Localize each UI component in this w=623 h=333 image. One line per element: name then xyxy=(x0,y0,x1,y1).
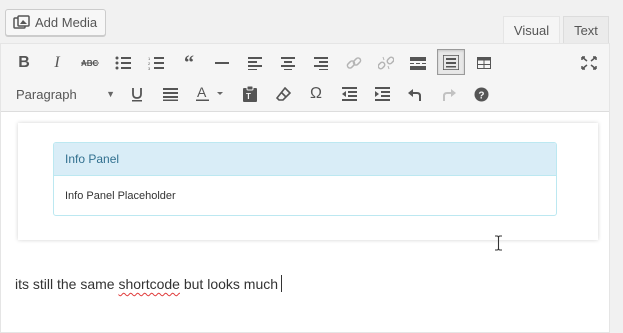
justify-icon xyxy=(162,87,178,101)
undo-button[interactable] xyxy=(402,82,428,106)
format-select-value: Paragraph xyxy=(16,86,77,102)
fullscreen-icon xyxy=(581,56,597,70)
italic-button[interactable]: I xyxy=(44,51,70,75)
indent-icon xyxy=(374,87,390,101)
strikethrough-icon: ABC xyxy=(81,57,99,69)
content-paragraph[interactable]: its still the same shortcode but looks m… xyxy=(15,275,283,292)
info-panel: Info Panel Info Panel Placeholder xyxy=(53,142,557,216)
text-color-icon: A xyxy=(196,86,226,102)
chevron-down-icon: ▼ xyxy=(106,89,115,99)
horizontal-line-button[interactable] xyxy=(209,51,235,75)
unlink-icon xyxy=(378,55,394,71)
tab-visual[interactable]: Visual xyxy=(503,16,560,43)
svg-text:?: ? xyxy=(478,90,484,101)
editor-content[interactable]: Info Panel Info Panel Placeholder its st… xyxy=(1,112,609,332)
bold-icon: B xyxy=(18,54,30,71)
blockquote-button[interactable]: “ xyxy=(176,51,202,75)
add-media-label: Add Media xyxy=(35,15,98,30)
distraction-free-button[interactable] xyxy=(576,51,602,75)
paste-as-text-button[interactable]: T xyxy=(237,82,263,106)
redo-button[interactable] xyxy=(435,82,461,106)
align-right-button[interactable] xyxy=(308,51,334,75)
italic-icon: I xyxy=(54,54,60,71)
tab-text[interactable]: Text xyxy=(563,16,609,43)
help-icon: ? xyxy=(474,87,489,102)
add-media-button[interactable]: Add Media xyxy=(5,9,106,36)
read-more-button[interactable] xyxy=(405,51,431,75)
info-panel-heading: Info Panel xyxy=(54,143,556,176)
paste-text-icon: T xyxy=(243,86,257,102)
clear-formatting-button[interactable] xyxy=(270,82,296,106)
svg-text:A: A xyxy=(197,86,207,100)
blockquote-icon: “ xyxy=(184,51,194,74)
text-cursor-icon xyxy=(494,235,503,256)
special-character-button[interactable]: Ω xyxy=(303,82,329,106)
decrease-indent-button[interactable] xyxy=(336,82,362,106)
bold-button[interactable]: B xyxy=(11,51,37,75)
numbered-list-icon: 123 xyxy=(148,56,164,70)
misspelled-word[interactable]: shortcode xyxy=(118,276,179,292)
undo-icon xyxy=(407,87,423,102)
outdent-icon xyxy=(341,87,357,101)
numbered-list-button[interactable]: 123 xyxy=(143,51,169,75)
table-button[interactable] xyxy=(471,51,497,75)
link-icon xyxy=(346,55,362,71)
text-color-button[interactable]: A xyxy=(190,82,232,106)
redo-icon xyxy=(441,87,456,102)
editor-toolbar: B I ABC 123 “ Paragraph ▼ A T Ω ? xyxy=(1,44,609,112)
bulleted-list-icon xyxy=(115,56,131,70)
text-caret xyxy=(281,275,283,292)
add-media-icon xyxy=(13,15,30,30)
align-right-icon xyxy=(314,56,328,70)
align-center-button[interactable] xyxy=(275,51,301,75)
svg-text:T: T xyxy=(246,92,251,101)
info-panel-body: Info Panel Placeholder xyxy=(65,190,176,202)
align-center-icon xyxy=(281,56,295,70)
help-button[interactable]: ? xyxy=(468,82,494,106)
horizontal-line-icon xyxy=(215,61,229,65)
paragraph-text-start: its still the same xyxy=(15,276,119,292)
svg-text:3: 3 xyxy=(148,66,151,70)
toolbar-toggle-button[interactable] xyxy=(437,49,465,75)
editor: B I ABC 123 “ Paragraph ▼ A T Ω ? Info P… xyxy=(0,43,610,333)
kitchen-sink-icon xyxy=(443,54,459,70)
eraser-icon xyxy=(275,86,291,102)
underline-button[interactable] xyxy=(124,82,150,106)
insert-link-button[interactable] xyxy=(341,51,367,75)
bulleted-list-button[interactable] xyxy=(110,51,136,75)
increase-indent-button[interactable] xyxy=(369,82,395,106)
shortcode-preview[interactable]: Info Panel Info Panel Placeholder xyxy=(18,123,598,240)
remove-link-button[interactable] xyxy=(373,51,399,75)
omega-icon: Ω xyxy=(310,85,322,102)
align-left-button[interactable] xyxy=(242,51,268,75)
format-select[interactable]: Paragraph ▼ xyxy=(12,83,119,105)
read-more-icon xyxy=(410,56,426,70)
justify-button[interactable] xyxy=(157,82,183,106)
paragraph-text-end: but looks much xyxy=(179,276,279,292)
align-left-icon xyxy=(248,56,262,70)
strikethrough-button[interactable]: ABC xyxy=(77,51,103,75)
underline-icon xyxy=(131,87,143,102)
table-icon xyxy=(477,57,491,69)
